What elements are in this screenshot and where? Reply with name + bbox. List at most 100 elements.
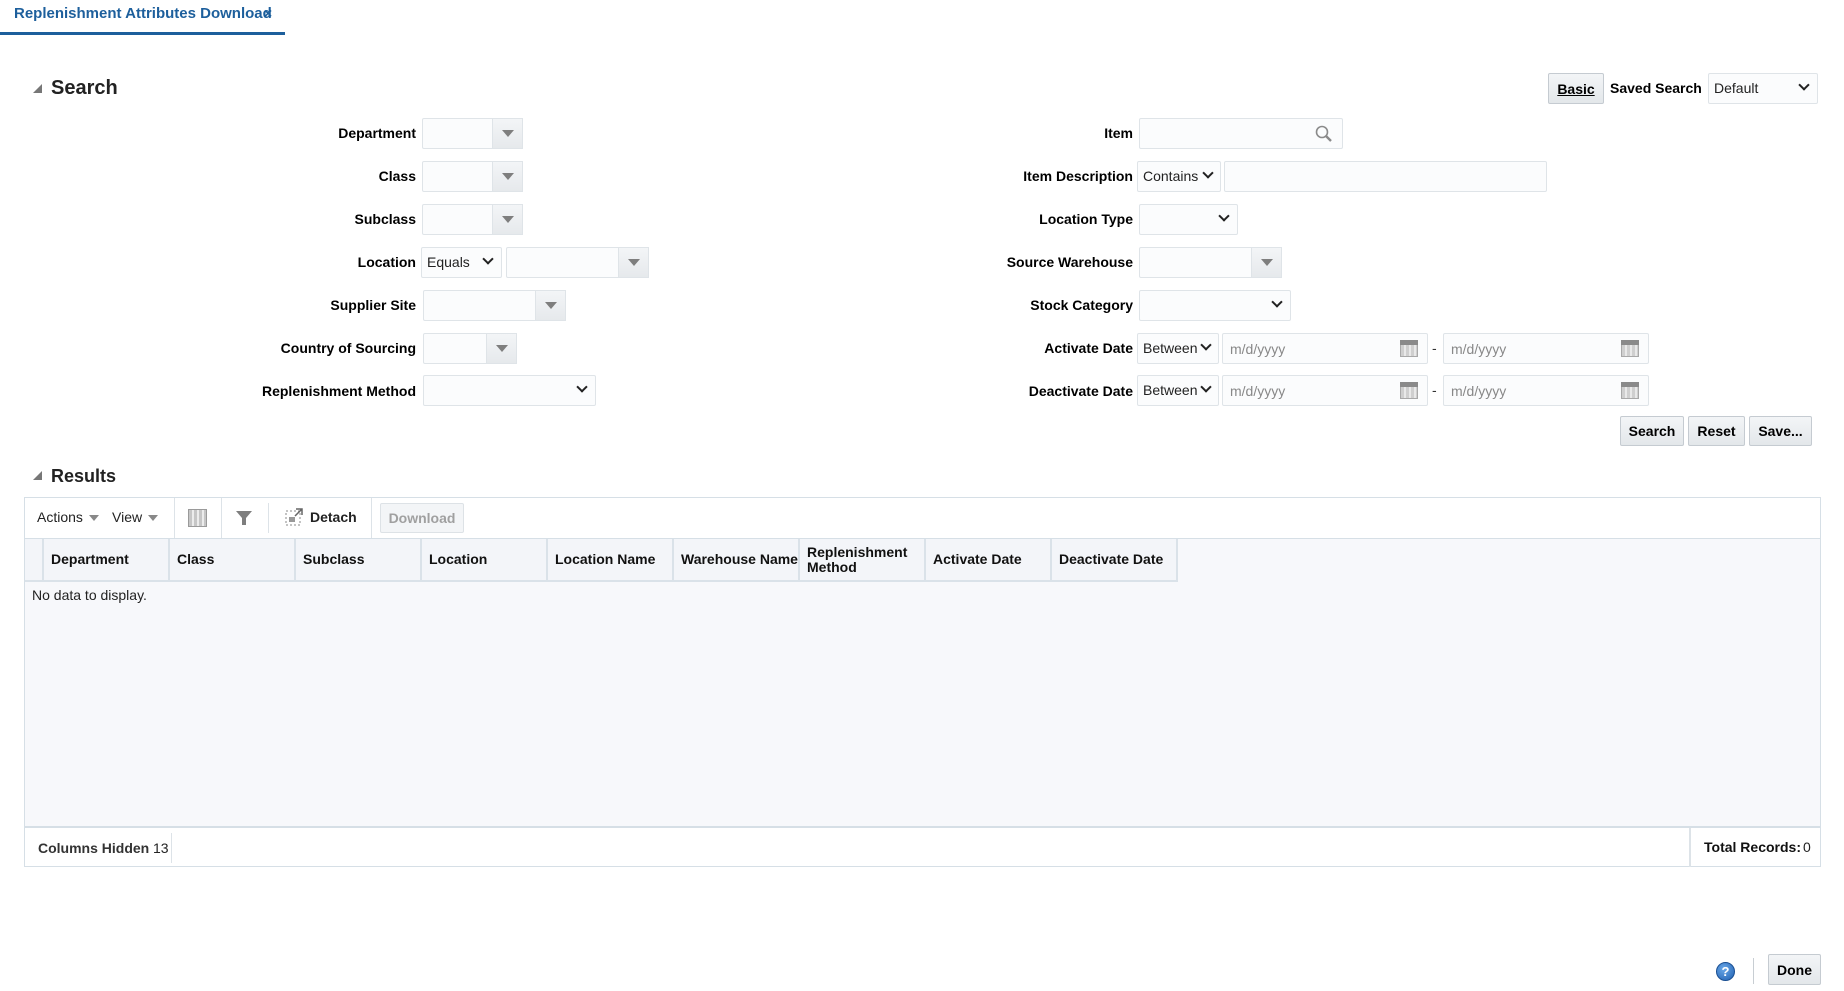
country-of-sourcing-dropdown-button[interactable] — [486, 333, 517, 364]
calendar-icon[interactable] — [1400, 382, 1418, 399]
subclass-label: Subclass — [354, 211, 416, 227]
search-icon[interactable] — [1314, 124, 1334, 144]
source-warehouse-dropdown-button[interactable] — [1251, 247, 1282, 278]
class-dropdown-button[interactable] — [492, 161, 523, 192]
done-button[interactable]: Done — [1768, 954, 1821, 985]
item-description-label: Item Description — [1023, 168, 1133, 184]
help-icon[interactable]: ? — [1716, 962, 1735, 981]
save-button[interactable]: Save... — [1749, 416, 1812, 446]
deactivate-date-from-input[interactable]: m/d/yyyy — [1222, 375, 1428, 406]
column-header-deactivate-date[interactable]: Deactivate Date — [1052, 539, 1178, 582]
triangle-down-icon — [627, 259, 640, 266]
toolbar-divider — [174, 498, 175, 538]
location-combo[interactable] — [506, 247, 649, 278]
collapse-search-icon[interactable] — [33, 84, 42, 93]
detach-button[interactable]: Detach — [285, 507, 357, 526]
triangle-down-icon — [544, 302, 557, 309]
export-to-excel-icon[interactable] — [188, 509, 207, 527]
search-button[interactable]: Search — [1620, 416, 1684, 446]
calendar-icon[interactable] — [1621, 382, 1639, 399]
location-operator-select[interactable]: Equals — [421, 247, 502, 278]
item-label: Item — [1104, 125, 1133, 141]
column-header-department[interactable]: Department — [44, 539, 170, 582]
results-section-title: Results — [51, 466, 117, 486]
deactivate-date-operator-value: Between — [1143, 382, 1198, 398]
source-warehouse-label: Source Warehouse — [1006, 254, 1133, 270]
total-records-value: 0 — [1803, 839, 1811, 855]
triangle-down-icon — [501, 130, 514, 137]
chevron-down-icon — [1202, 167, 1214, 179]
calendar-icon[interactable] — [1621, 340, 1639, 357]
activate-date-operator-select[interactable]: Between — [1137, 333, 1219, 364]
supplier-site-dropdown-button[interactable] — [535, 290, 566, 321]
actions-menu-label: Actions — [37, 509, 83, 525]
triangle-down-icon — [88, 515, 99, 522]
activate-date-operator-value: Between — [1143, 340, 1198, 356]
subclass-dropdown-button[interactable] — [492, 204, 523, 235]
item-description-input[interactable] — [1224, 161, 1547, 192]
column-header-class[interactable]: Class — [170, 539, 296, 582]
filter-icon[interactable] — [235, 509, 253, 527]
location-dropdown-button[interactable] — [618, 247, 649, 278]
detach-label: Detach — [310, 508, 357, 525]
department-label: Department — [338, 125, 416, 141]
saved-search-select[interactable]: Default — [1708, 73, 1818, 104]
status-divider — [171, 833, 172, 863]
chevron-down-icon — [1218, 210, 1230, 222]
chevron-down-icon — [576, 381, 588, 393]
activate-date-from-input[interactable]: m/d/yyyy — [1222, 333, 1428, 364]
location-operator-value: Equals — [427, 254, 470, 270]
activate-date-to-input[interactable]: m/d/yyyy — [1443, 333, 1649, 364]
chevron-down-icon — [1271, 296, 1283, 308]
chevron-down-icon — [1200, 339, 1212, 351]
country-of-sourcing-label: Country of Sourcing — [280, 340, 416, 356]
close-tab-icon[interactable]: × — [264, 5, 272, 21]
supplier-site-combo[interactable] — [423, 290, 566, 321]
department-combo[interactable] — [422, 118, 523, 149]
source-warehouse-combo[interactable] — [1139, 247, 1282, 278]
status-divider — [1689, 828, 1691, 867]
subclass-combo[interactable] — [422, 204, 523, 235]
deactivate-date-to-placeholder: m/d/yyyy — [1451, 383, 1507, 399]
results-table: Department Class Subclass Location Locat… — [25, 538, 1820, 826]
download-button[interactable]: Download — [380, 503, 464, 533]
country-of-sourcing-combo[interactable] — [423, 333, 517, 364]
column-header-location[interactable]: Location — [422, 539, 548, 582]
supplier-site-label: Supplier Site — [330, 297, 416, 313]
class-label: Class — [378, 168, 416, 184]
item-description-operator-value: Contains — [1143, 168, 1199, 184]
tab-replenishment-attributes-download[interactable]: Replenishment Attributes Download × — [0, 0, 285, 35]
location-type-label: Location Type — [1039, 211, 1133, 227]
view-menu[interactable]: View — [112, 509, 159, 525]
activate-date-from-placeholder: m/d/yyyy — [1230, 341, 1286, 357]
column-header-replenishment-method[interactable]: Replenishment Method — [800, 539, 926, 582]
results-toolbar: Actions View Detach Download — [25, 498, 1820, 538]
calendar-icon[interactable] — [1400, 340, 1418, 357]
location-label: Location — [357, 254, 416, 270]
class-combo[interactable] — [422, 161, 523, 192]
column-header-subclass[interactable]: Subclass — [296, 539, 422, 582]
total-records-label: Total Records: — [1704, 839, 1801, 855]
stock-category-label: Stock Category — [1030, 297, 1133, 313]
actions-menu[interactable]: Actions — [37, 509, 99, 525]
deactivate-date-operator-select[interactable]: Between — [1137, 375, 1219, 406]
date-range-separator: - — [1432, 382, 1437, 398]
column-header-activate-date[interactable]: Activate Date — [926, 539, 1052, 582]
column-header-warehouse-name[interactable]: Warehouse Name — [674, 539, 800, 582]
saved-search-label: Saved Search — [1610, 80, 1702, 96]
deactivate-date-to-input[interactable]: m/d/yyyy — [1443, 375, 1649, 406]
column-header-location-name[interactable]: Location Name — [548, 539, 674, 582]
item-input[interactable] — [1139, 118, 1343, 149]
department-dropdown-button[interactable] — [492, 118, 523, 149]
deactivate-date-from-placeholder: m/d/yyyy — [1230, 383, 1286, 399]
deactivate-date-label: Deactivate Date — [1028, 383, 1133, 399]
location-type-select[interactable] — [1139, 204, 1238, 235]
columns-hidden-count[interactable]: 13 — [153, 840, 169, 856]
replenishment-method-select[interactable] — [423, 375, 596, 406]
collapse-results-icon[interactable] — [33, 471, 42, 480]
item-description-operator-select[interactable]: Contains — [1137, 161, 1221, 192]
reset-button[interactable]: Reset — [1688, 416, 1745, 446]
stock-category-select[interactable] — [1139, 290, 1291, 321]
tab-title: Replenishment Attributes Download — [14, 5, 272, 22]
basic-button[interactable]: Basic — [1548, 73, 1604, 104]
